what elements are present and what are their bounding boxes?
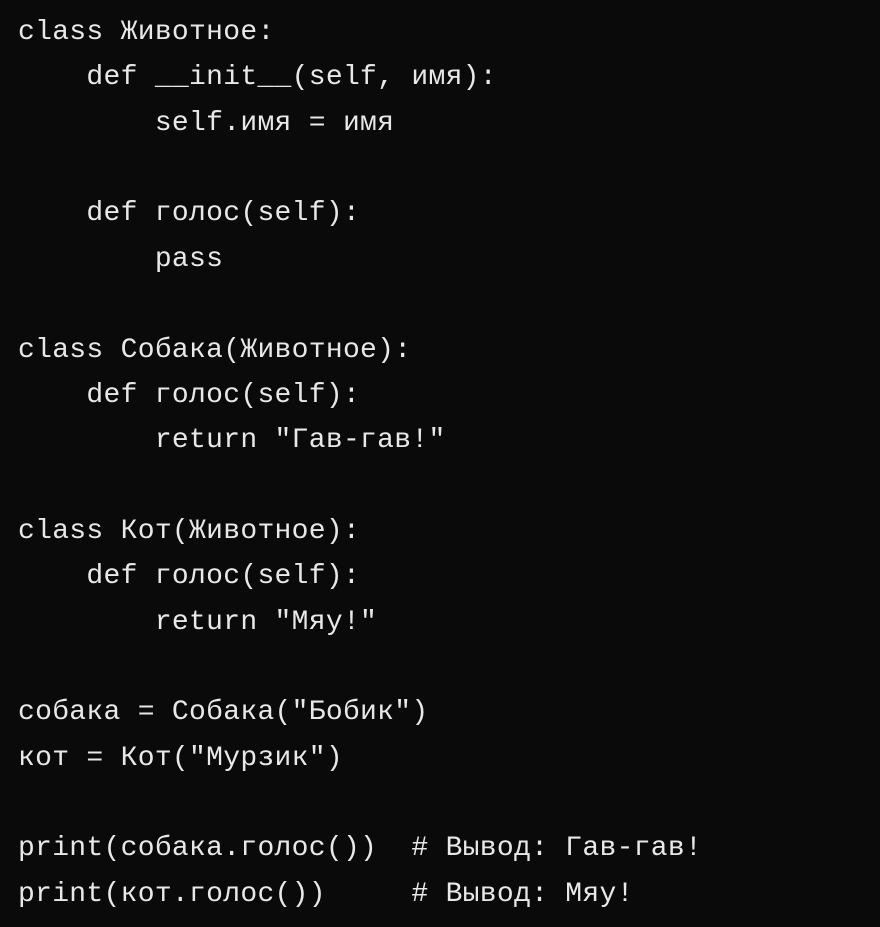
code-line: def голос(self): [18, 380, 360, 411]
code-line: собака = Собака("Бобик") [18, 697, 428, 728]
code-editor[interactable]: class Животное: def __init__(self, имя):… [0, 0, 880, 927]
code-line: print(собака.голос()) # Вывод: Гав-гав! [18, 833, 702, 864]
code-line: class Кот(Животное): [18, 516, 360, 547]
code-line: return "Гав-гав!" [18, 425, 446, 456]
code-line: self.имя = имя [18, 108, 394, 139]
code-line: print(кот.голос()) # Вывод: Мяу! [18, 879, 634, 910]
code-line: def голос(self): [18, 198, 360, 229]
code-line: def __init__(self, имя): [18, 62, 497, 93]
code-line: class Собака(Животное): [18, 335, 411, 366]
code-line: def голос(self): [18, 561, 360, 592]
code-line: class Животное: [18, 17, 275, 48]
code-line: return "Мяу!" [18, 607, 377, 638]
code-line: pass [18, 244, 223, 275]
code-line: кот = Кот("Мурзик") [18, 743, 343, 774]
